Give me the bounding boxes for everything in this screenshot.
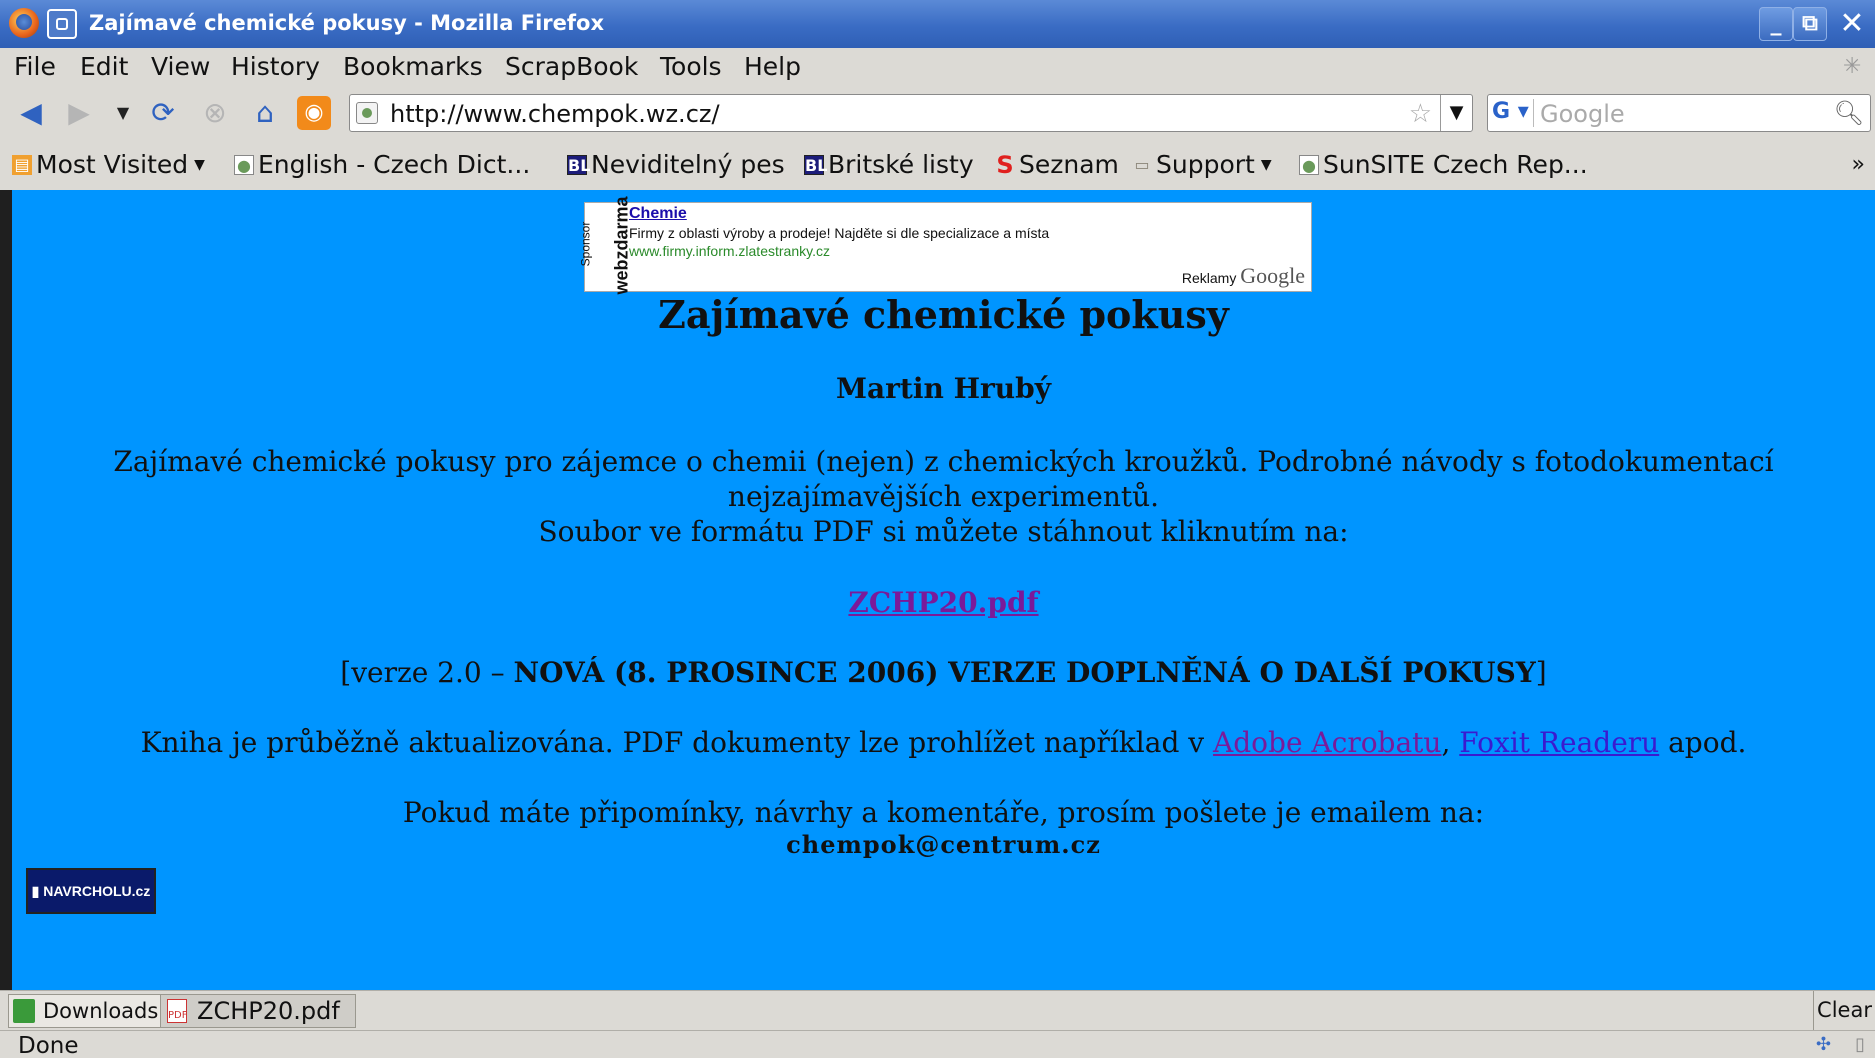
home-icon[interactable]: ⌂ (248, 96, 282, 130)
menu-tools[interactable]: Tools (660, 52, 722, 81)
window-titlebar: Zajímavé chemické pokusy - Mozilla Firef… (0, 0, 1875, 48)
page-icon: ● (1299, 154, 1319, 175)
menu-help[interactable]: Help (744, 52, 801, 81)
search-engine-icon[interactable]: G ▾ (1492, 99, 1534, 127)
menu-scrapbook[interactable]: ScrapBook (505, 52, 638, 81)
menu-view[interactable]: View (151, 52, 210, 81)
search-bar[interactable]: G ▾ 🔍︎ (1487, 94, 1871, 132)
menu-history[interactable]: History (231, 52, 320, 81)
bar-chart-icon: ▮ (31, 883, 44, 899)
foxit-reader-link[interactable]: Foxit Readeru (1459, 726, 1659, 759)
bookmark-star-icon[interactable]: ☆ (1409, 99, 1432, 129)
page-status-icon[interactable]: ▯ (1855, 1034, 1865, 1055)
ad-url[interactable]: www.firmy.inform.zlatestranky.cz (629, 243, 830, 259)
chevron-down-icon: ▼ (1260, 156, 1272, 173)
bookmark-britske-listy[interactable]: BL Britské listy (804, 150, 974, 179)
version-note: [verze 2.0 – NOVÁ (8. PROSINCE 2006) VER… (340, 656, 1547, 689)
page-title: Zajímavé chemické pokusy (658, 292, 1229, 337)
window-menu-icon[interactable] (47, 9, 77, 39)
contact-note: Pokud máte připomínky, návrhy a komentář… (402, 796, 1485, 829)
history-dropdown-icon[interactable]: ▼ (106, 96, 140, 130)
adobe-acrobat-link[interactable]: Adobe Acrobatu (1213, 726, 1441, 759)
bookmark-sunsite[interactable]: ● SunSITE Czech Rep... (1299, 150, 1588, 179)
bookmark-label: Neviditelný pes (591, 150, 785, 179)
ad-sponsor-label: Sponsor webzdarma (578, 196, 632, 295)
ad-reklamy-google[interactable]: Reklamy Google (1182, 263, 1305, 289)
menu-bookmarks[interactable]: Bookmarks (343, 52, 483, 81)
page-content: Sponsor webzdarma Chemie Firmy z oblasti… (12, 190, 1875, 990)
url-input[interactable] (390, 99, 1390, 129)
close-window-button[interactable]: ✕ (1829, 0, 1875, 48)
page-icon: ● (234, 154, 254, 175)
stop-icon[interactable]: ⊗ (198, 96, 232, 130)
bookmark-label: Britské listy (828, 150, 974, 179)
status-bar: Done ✣ ▯ (0, 1030, 1875, 1058)
downloads-button[interactable]: Downloads (8, 994, 166, 1028)
navigation-toolbar: ◀ ▶ ▼ ⟳ ⊗ ⌂ ◉ ☆ ▼ G ▾ 🔍︎ (0, 88, 1875, 138)
url-bar[interactable]: ☆ ▼ (349, 94, 1473, 132)
pdf-download-link[interactable]: ZCHP20.pdf (848, 586, 1038, 619)
window-left-edge (0, 190, 12, 990)
author-name: Martin Hrubý (836, 372, 1051, 405)
intro-paragraph: Zajímavé chemické pokusy pro zájemce o c… (113, 445, 1774, 548)
back-icon[interactable]: ◀ (14, 96, 48, 130)
reload-icon[interactable]: ⟳ (146, 96, 180, 130)
ad-description: Firmy z oblasti výroby a prodeje! Najdět… (629, 225, 1050, 241)
addon-status-icon[interactable]: ✣ (1816, 1034, 1831, 1055)
menu-file[interactable]: File (14, 52, 56, 81)
bookmark-label: SunSITE Czech Rep... (1323, 150, 1588, 179)
download-item[interactable]: PDF ZCHP20.pdf (160, 994, 356, 1028)
bl-icon: BL (567, 154, 591, 175)
rss-icon[interactable]: ◉ (297, 96, 331, 130)
bl-icon: BL (804, 154, 828, 175)
download-icon (13, 999, 35, 1023)
site-identity-icon[interactable] (356, 102, 378, 124)
chevron-down-icon: ▼ (194, 156, 205, 173)
downloads-bar: Downloads PDF ZCHP20.pdf Clear (0, 990, 1875, 1031)
navrcholu-badge[interactable]: ▮ NAVRCHOLU.cz (26, 868, 156, 914)
contact-email: chempok@centrum.cz (786, 830, 1101, 859)
clear-downloads-button[interactable]: Clear (1813, 991, 1875, 1031)
google-ad-banner[interactable]: Sponsor webzdarma Chemie Firmy z oblasti… (578, 196, 1312, 295)
bookmark-seznam[interactable]: S Seznam (995, 150, 1119, 179)
bookmark-label: Most Visited (36, 150, 189, 179)
bookmark-support[interactable]: ▭ Support ▼ (1132, 150, 1272, 179)
throbber-icon: ✳ (1843, 54, 1862, 79)
pdf-file-icon: PDF (167, 999, 187, 1023)
update-note: Kniha je průběžně aktualizována. PDF dok… (140, 726, 1747, 759)
bookmarks-overflow-icon[interactable]: » (1852, 152, 1865, 177)
forward-icon[interactable]: ▶ (62, 96, 96, 130)
folder-icon: ▭ (1134, 154, 1150, 174)
firefox-icon (9, 8, 39, 38)
window-title: Zajímavé chemické pokusy - Mozilla Firef… (89, 11, 604, 35)
bookmark-label: English - Czech Dict... (258, 150, 531, 179)
pdf-download: ZCHP20.pdf (12, 586, 1875, 619)
bookmarks-toolbar: ▤ Most Visited ▼ ● English - Czech Dict.… (0, 138, 1875, 190)
bookmark-neviditelny-pes[interactable]: BL Neviditelný pes (567, 150, 785, 179)
rss-folder-icon: ▤ (12, 154, 32, 175)
menu-edit[interactable]: Edit (80, 52, 128, 81)
bookmark-english-czech[interactable]: ● English - Czech Dict... (234, 150, 530, 179)
restore-button[interactable]: ⧉ (1793, 7, 1827, 41)
bookmark-most-visited[interactable]: ▤ Most Visited ▼ (12, 150, 205, 179)
bookmark-label: Support (1156, 150, 1255, 179)
bookmark-label: Seznam (1019, 150, 1119, 179)
status-text: Done (18, 1033, 79, 1058)
search-icon[interactable]: 🔍︎ (1834, 99, 1864, 127)
url-dropdown-icon[interactable]: ▼ (1440, 95, 1472, 131)
search-input[interactable] (1540, 99, 1820, 129)
menu-bar: File Edit View History Bookmarks ScrapBo… (0, 48, 1875, 88)
minimize-button[interactable]: _ (1759, 7, 1793, 41)
ad-title-link[interactable]: Chemie (629, 205, 687, 223)
seznam-icon: S (996, 150, 1014, 179)
